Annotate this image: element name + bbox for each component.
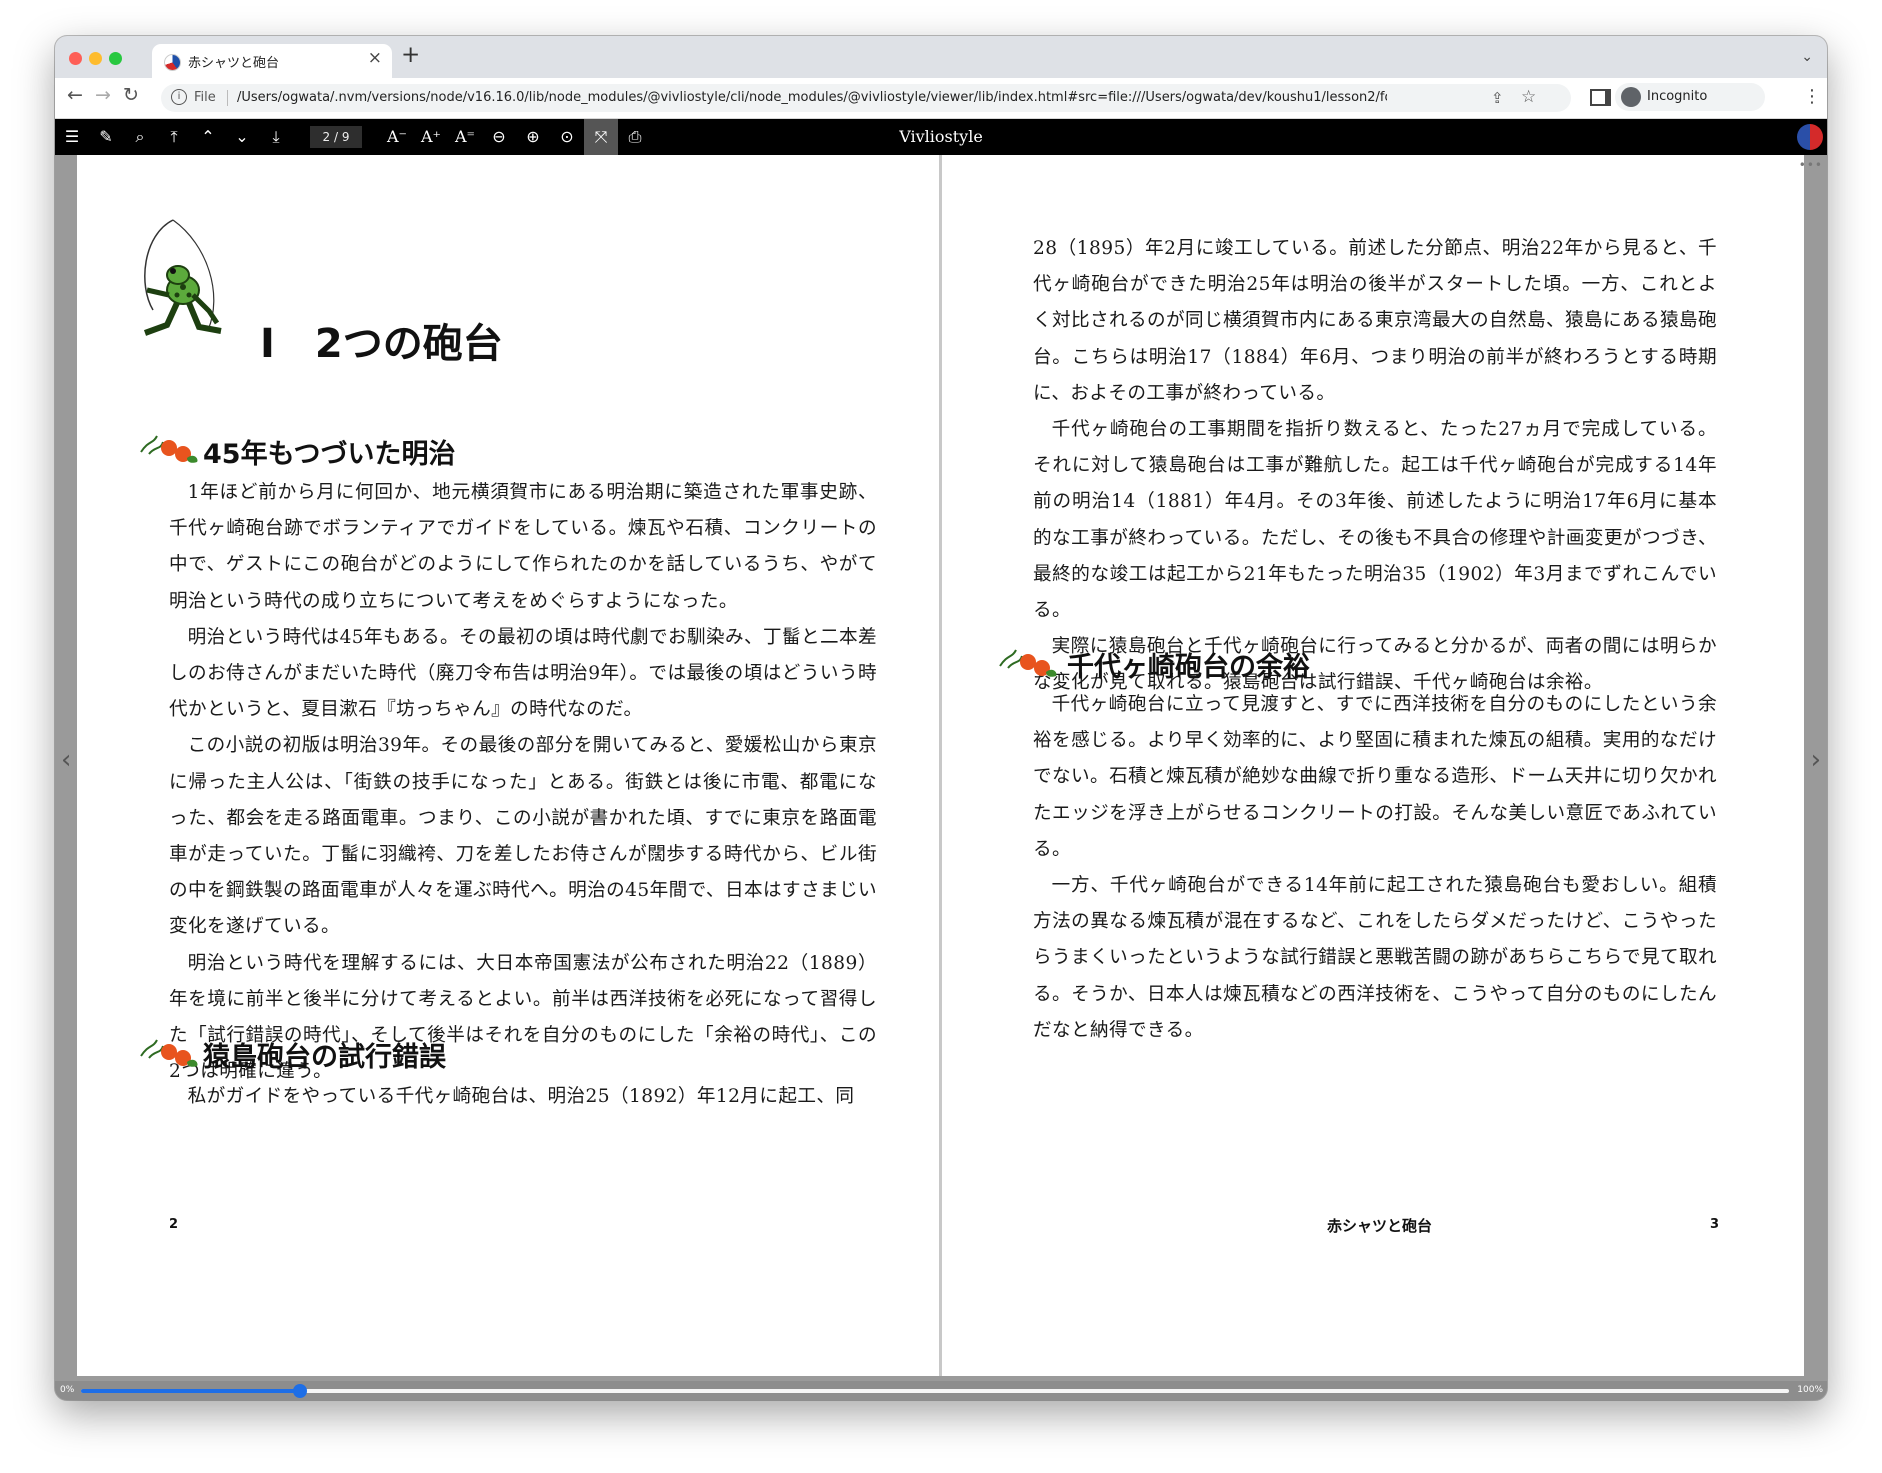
body-paragraph: 明治という時代は45年もある。その最初の頃は時代劇でお馴染み、丁髷と二本差しのお… <box>169 626 877 721</box>
marker-icon[interactable]: ✎ <box>89 119 123 155</box>
body-paragraph: 私がガイドをやっている千代ヶ崎砲台は、明治25（1892）年12月に起工、同 <box>187 1086 855 1107</box>
vivliostyle-logo-icon[interactable] <box>1797 124 1823 150</box>
section-heading: 45年もつづいた明治 <box>203 439 456 470</box>
previous-page-arrow-icon[interactable]: ‹ <box>61 745 71 775</box>
tab-title: 赤シャツと砲台 <box>188 56 280 71</box>
font-increase-icon[interactable]: A⁺ <box>414 119 448 155</box>
page-number-input[interactable]: 2 / 9 <box>310 126 362 148</box>
side-panel-icon[interactable] <box>1590 89 1611 106</box>
tab-strip: 赤シャツと砲台 × + ⌄ <box>55 36 1827 78</box>
chevron-up-icon[interactable]: ⌃ <box>191 119 225 155</box>
persimmon-ornament-icon <box>140 1039 198 1067</box>
body-paragraph: 千代ヶ崎砲台に立って見渡すと、すでに西洋技術を自分のものにしたという余裕を感じる… <box>1033 694 1717 860</box>
arrow-right-icon[interactable]: → <box>95 86 111 105</box>
file-scheme-label: File <box>194 90 216 105</box>
incognito-label: Incognito <box>1647 89 1708 104</box>
progress-fill <box>81 1389 300 1393</box>
chapter-title: Ⅰ 2つの砲台 <box>260 321 503 367</box>
url-text[interactable]: /Users/ogwata/.nvm/versions/node/v16.16.… <box>237 90 1387 105</box>
section-heading: 猿島砲台の試行錯誤 <box>203 1042 446 1073</box>
persimmon-ornament-icon <box>999 649 1057 677</box>
section-body: 28（1895）年2月に竣工している。前述した分節点、明治22年から見ると、千代… <box>1033 231 1717 702</box>
section-body: 私がガイドをやっている千代ヶ崎砲台は、明治25（1892）年12月に起工、同 <box>169 1079 877 1115</box>
body-paragraph: 千代ヶ崎砲台の工事期間を指折り数えると、たった27ヵ月で完成している。それに対し… <box>1033 419 1717 622</box>
progress-end-label: 100% <box>1797 1385 1823 1395</box>
bookmark-star-icon[interactable]: ☆ <box>1521 87 1536 107</box>
running-head: 赤シャツと砲台 <box>1327 1217 1433 1235</box>
browser-menu-icon[interactable]: ⋮ <box>1803 86 1821 107</box>
progress-start-label: 0% <box>60 1385 75 1395</box>
reload-icon[interactable]: ↻ <box>123 86 139 105</box>
browser-tab[interactable]: 赤シャツと砲台 × <box>152 44 392 78</box>
body-paragraph: 一方、千代ヶ崎砲台ができる14年前に起工された猿島砲台も愛おしい。組積方法の異な… <box>1033 875 1717 1041</box>
section-body: 1年ほど前から月に何回か、地元横須賀市にある明治期に築造された軍事史跡、千代ヶ崎… <box>169 475 877 1090</box>
address-divider <box>227 90 228 106</box>
page-number: 2 <box>169 1217 179 1232</box>
fullscreen-icon[interactable]: ⤧ <box>584 119 618 155</box>
address-bar[interactable]: i File /Users/ogwata/.nvm/versions/node/… <box>161 84 1571 112</box>
viewer-toolbar: ☰ ✎ ⌕ ⤒ ⌃ ⌄ ⤓ 2 / 9 A⁻ A⁺ A⁼ ⊖ ⊕ ⊙ ⤧ ⎙ V… <box>55 119 1827 155</box>
close-window-button[interactable] <box>69 52 82 65</box>
progress-track[interactable] <box>81 1384 1789 1398</box>
left-page: Ⅰ 2つの砲台 45年もつづいた明治 1年ほど前から月に何回か、地元横須賀市にあ… <box>77 155 939 1376</box>
incognito-badge[interactable]: Incognito <box>1615 83 1765 111</box>
print-icon[interactable]: ⎙ <box>618 119 652 155</box>
incognito-icon <box>1621 87 1641 107</box>
vivliostyle-favicon-icon <box>164 54 181 71</box>
progress-slider-handle[interactable] <box>292 1384 307 1398</box>
browser-toolbar: ← → ↻ i File /Users/ogwata/.nvm/versions… <box>55 78 1827 119</box>
browser-window: 赤シャツと砲台 × + ⌄ ← → ↻ i File /Users/ogwata… <box>55 36 1827 1400</box>
font-decrease-icon[interactable]: A⁻ <box>380 119 414 155</box>
frog-archer-illustration <box>143 219 222 336</box>
chevron-down-icon[interactable]: ⌄ <box>225 119 259 155</box>
viewer-page-area: ‹ › Ⅰ 2つの砲台 45年もつづいた明治 1年ほど前から月に何回か、地元横須… <box>55 155 1827 1381</box>
reading-progress-bar: 0% 100% <box>55 1381 1827 1400</box>
first-page-icon[interactable]: ⤒ <box>157 119 191 155</box>
section-body: 千代ヶ崎砲台に立って見渡すと、すでに西洋技術を自分のものにしたという余裕を感じる… <box>1033 687 1717 1049</box>
font-reset-icon[interactable]: A⁼ <box>448 119 482 155</box>
zoom-fit-icon[interactable]: ⊙ <box>550 119 584 155</box>
section-heading: 千代ヶ崎砲台の余裕 <box>1067 652 1310 683</box>
tab-search-icon[interactable]: ⌄ <box>1801 49 1813 65</box>
persimmon-ornament-icon <box>140 435 198 463</box>
tab-close-icon[interactable]: × <box>368 50 382 67</box>
zoom-in-icon[interactable]: ⊕ <box>516 119 550 155</box>
body-paragraph: この小説の初版は明治39年。その最後の部分を開いてみると、愛媛松山から東京に帰っ… <box>169 735 877 938</box>
body-paragraph: 28（1895）年2月に竣工している。前述した分節点、明治22年から見ると、千代… <box>1033 238 1717 404</box>
more-options-icon[interactable]: ••• <box>1799 158 1823 172</box>
list-icon[interactable]: ☰ <box>55 119 89 155</box>
maximize-window-button[interactable] <box>109 52 122 65</box>
search-icon[interactable]: ⌕ <box>123 119 157 155</box>
new-tab-button[interactable]: + <box>401 44 420 67</box>
next-page-arrow-icon[interactable]: › <box>1811 745 1821 775</box>
zoom-out-icon[interactable]: ⊖ <box>482 119 516 155</box>
body-paragraph: 1年ほど前から月に何回か、地元横須賀市にある明治期に築造された軍事史跡、千代ヶ崎… <box>169 482 877 612</box>
minimize-window-button[interactable] <box>89 52 102 65</box>
info-icon[interactable]: i <box>171 89 187 105</box>
arrow-left-icon[interactable]: ← <box>67 86 83 105</box>
last-page-icon[interactable]: ⤓ <box>259 119 293 155</box>
right-page: 28（1895）年2月に竣工している。前述した分節点、明治22年から見ると、千代… <box>942 155 1804 1376</box>
share-icon[interactable]: ⇪ <box>1491 89 1504 107</box>
page-number: 3 <box>1710 1217 1720 1232</box>
